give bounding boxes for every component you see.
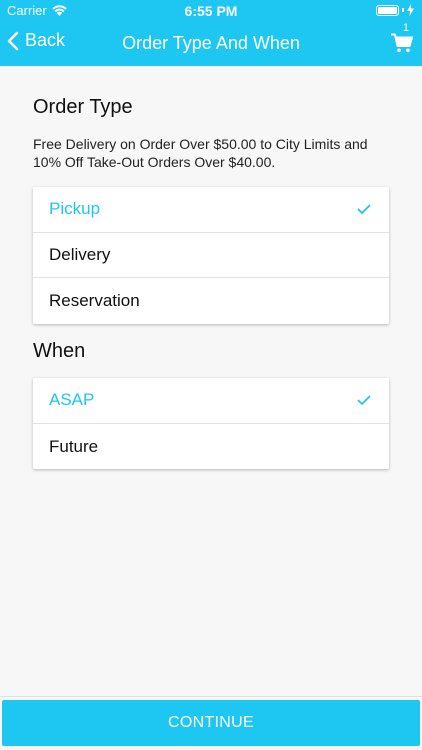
checkmark-icon	[357, 204, 371, 214]
option-reservation[interactable]: Reservation	[33, 278, 389, 324]
nav-bar: Back Order Type And When 1	[0, 22, 422, 66]
option-label: Pickup	[49, 199, 101, 219]
order-type-heading: Order Type	[33, 96, 133, 118]
cart-icon	[391, 33, 413, 53]
header: Carrier 6:55 PM Back Order Type And When…	[0, 0, 422, 66]
continue-button[interactable]: CONTINUE	[2, 700, 420, 746]
order-type-screen: Carrier 6:55 PM Back Order Type And When…	[0, 0, 422, 750]
option-asap[interactable]: ASAP	[33, 378, 389, 424]
when-options: ASAP Future	[33, 378, 389, 470]
order-type-options: Pickup Delivery Reservation	[33, 187, 389, 325]
page-title: Order Type And When	[122, 33, 300, 53]
option-pickup[interactable]: Pickup	[33, 187, 389, 233]
battery-icon	[376, 4, 399, 16]
status-bar: Carrier 6:55 PM	[0, 0, 422, 22]
charging-icon	[407, 4, 414, 16]
option-label: Reservation	[49, 291, 140, 311]
cart-button[interactable]: 1	[387, 22, 413, 58]
checkmark-icon	[357, 395, 371, 405]
status-battery	[376, 4, 414, 16]
status-time: 6:55 PM	[184, 3, 238, 19]
option-delivery[interactable]: Delivery	[33, 233, 389, 279]
footer-divider	[0, 696, 422, 697]
option-label: Future	[49, 436, 99, 456]
promo-text: Free Delivery on Order Over $50.00 to Ci…	[33, 136, 368, 170]
option-future[interactable]: Future	[33, 424, 389, 470]
option-label: ASAP	[49, 390, 95, 410]
option-label: Delivery	[49, 245, 111, 265]
when-heading: When	[33, 340, 86, 362]
